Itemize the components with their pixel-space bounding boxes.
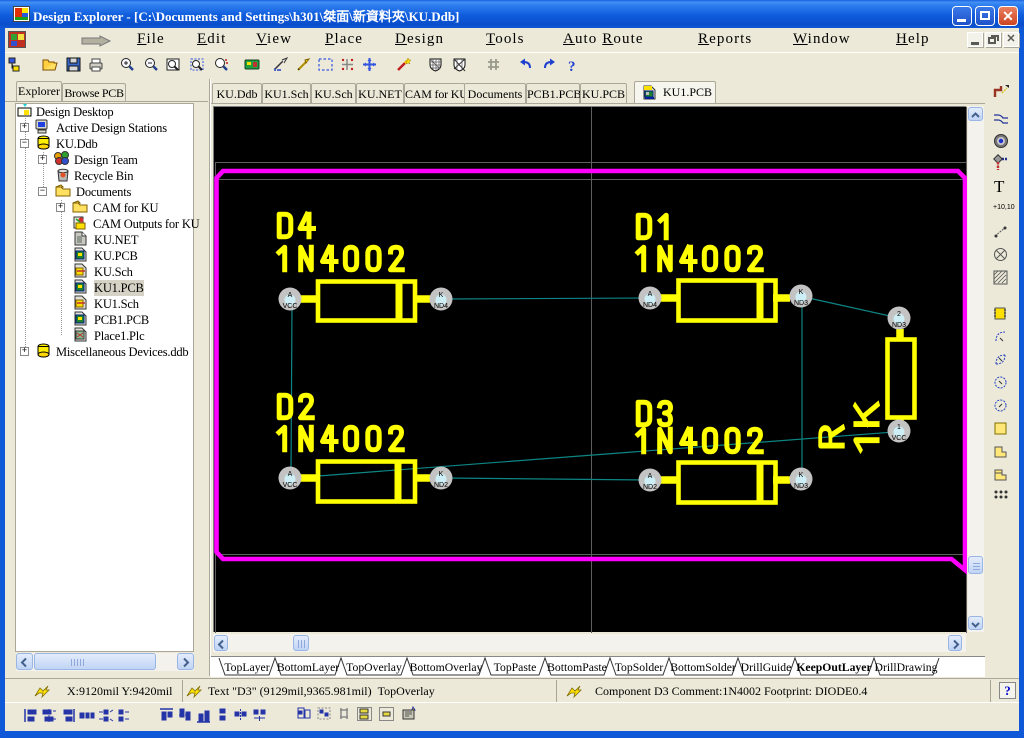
svg-text:A: A xyxy=(288,292,293,299)
svg-text:1: 1 xyxy=(897,424,901,431)
svg-text:K: K xyxy=(439,292,444,299)
svg-text:?: ? xyxy=(568,59,576,75)
svg-text:T: T xyxy=(994,177,1005,196)
svg-text:BottomPaste: BottomPaste xyxy=(547,661,607,674)
svg-text:2: 2 xyxy=(897,311,901,318)
svg-text:ND4: ND4 xyxy=(643,302,657,309)
svg-text:TopSolder: TopSolder xyxy=(615,661,664,674)
svg-text:ND2: ND2 xyxy=(434,482,448,489)
svg-text:BottomSolder: BottomSolder xyxy=(670,661,736,674)
svg-text:ND2: ND2 xyxy=(643,484,657,491)
svg-text:BottomLayer: BottomLayer xyxy=(277,661,339,674)
svg-text:TopPaste: TopPaste xyxy=(494,661,537,674)
svg-text:VCC: VCC xyxy=(283,482,298,489)
svg-text:VCC: VCC xyxy=(283,303,298,310)
svg-text:ND3: ND3 xyxy=(794,300,808,307)
svg-text:+10,10: +10,10 xyxy=(993,204,1015,211)
svg-text:K: K xyxy=(799,472,804,479)
svg-text:BottomOverlay: BottomOverlay xyxy=(410,661,483,674)
svg-text:A: A xyxy=(648,473,653,480)
svg-text:DrillGuide: DrillGuide xyxy=(741,661,792,674)
svg-text:K: K xyxy=(439,471,444,478)
svg-text:VCC: VCC xyxy=(892,435,907,442)
svg-text:A: A xyxy=(288,471,293,478)
svg-text:K: K xyxy=(799,289,804,296)
svg-text:TopLayer: TopLayer xyxy=(224,661,269,674)
svg-text:ND3: ND3 xyxy=(892,322,906,329)
svg-text:ND3: ND3 xyxy=(794,483,808,490)
svg-text:DrillDrawing: DrillDrawing xyxy=(875,661,938,674)
svg-text:KeepOutLayer: KeepOutLayer xyxy=(796,661,871,674)
svg-text:ND4: ND4 xyxy=(434,303,448,310)
svg-text:TopOverlay: TopOverlay xyxy=(346,661,402,674)
svg-text:A: A xyxy=(648,291,653,298)
